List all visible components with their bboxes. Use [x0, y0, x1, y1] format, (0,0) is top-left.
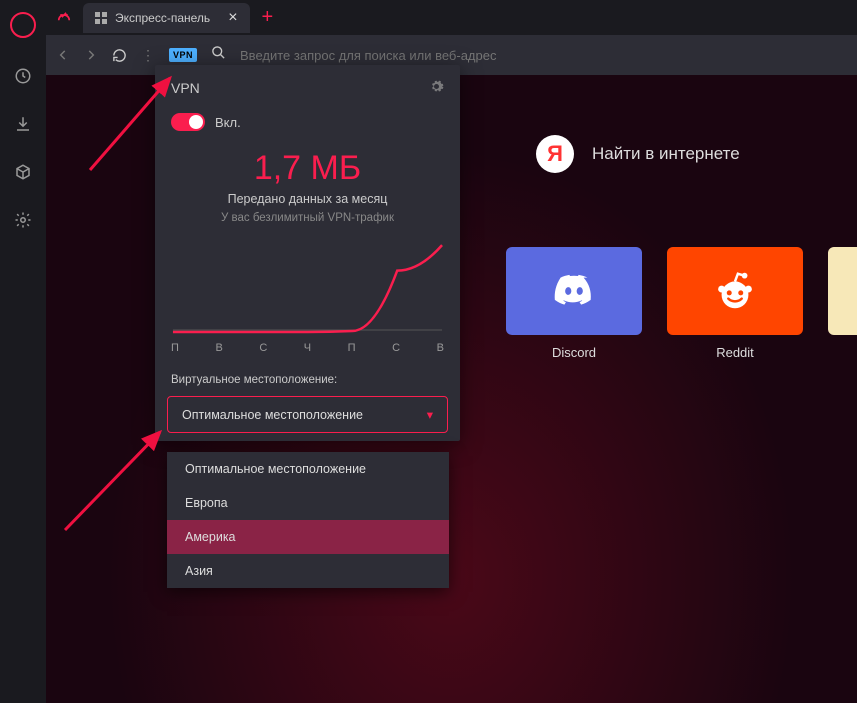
reload-button[interactable] [112, 48, 127, 63]
vpn-usage-chart [169, 236, 446, 336]
tile-reddit[interactable]: Reddit [667, 247, 803, 360]
vpn-panel-header: VPN [155, 65, 460, 107]
yandex-icon: Я [536, 135, 574, 173]
chart-tick: В [215, 342, 222, 354]
dropdown-option[interactable]: Америка [167, 520, 449, 554]
tab-title: Экспресс-панель [115, 11, 210, 25]
cube-icon[interactable] [13, 162, 33, 182]
tile-label: Discord [552, 345, 596, 360]
close-tab-icon[interactable]: × [228, 9, 237, 27]
vpn-toggle-label: Вкл. [215, 115, 241, 130]
vpn-toggle-row: Вкл. [155, 107, 460, 149]
tile-label: Reddit [716, 345, 754, 360]
downloads-icon[interactable] [13, 114, 33, 134]
address-input[interactable] [240, 48, 847, 63]
chart-tick: С [259, 342, 267, 354]
vpn-unlimited-note: У вас безлимитный VPN-трафик [155, 212, 460, 224]
vpn-badge[interactable]: VPN [169, 48, 197, 62]
tile-box [667, 247, 803, 335]
search-label: Найти в интернете [592, 144, 740, 164]
dropdown-selected: Оптимальное местоположение [182, 408, 363, 422]
discord-icon [551, 268, 597, 314]
gx-icon[interactable] [46, 9, 81, 27]
speed-dial-tiles: Discord Reddit [506, 247, 857, 360]
dropdown-option[interactable]: Оптимальное местоположение [167, 452, 449, 486]
opera-logo-icon[interactable] [10, 12, 36, 38]
tile-discord[interactable]: Discord [506, 247, 642, 360]
vpn-location-dropdown[interactable]: Оптимальное местоположение ▾ [167, 396, 448, 433]
search-icon[interactable] [211, 45, 226, 65]
vpn-location-label: Виртуальное местоположение: [155, 368, 460, 396]
left-sidebar [0, 0, 46, 703]
new-tab-button[interactable]: + [262, 6, 274, 29]
vpn-title: VPN [171, 80, 200, 96]
vpn-location-options: Оптимальное местоположениеЕвропаАмерикаА… [167, 452, 449, 588]
dropdown-option[interactable]: Азия [167, 554, 449, 588]
tile-box [506, 247, 642, 335]
tile-box [828, 247, 857, 335]
history-icon[interactable] [13, 66, 33, 86]
gear-icon[interactable] [429, 79, 444, 97]
chart-tick: П [348, 342, 356, 354]
speed-dial-icon [95, 12, 107, 24]
active-tab[interactable]: Экспресс-панель × [83, 3, 250, 33]
chart-tick: С [392, 342, 400, 354]
vpn-data-amount: 1,7 МБ [155, 149, 460, 188]
chevron-down-icon: ▾ [427, 407, 433, 422]
menu-dots-icon[interactable]: ⋮ [141, 47, 155, 64]
vpn-toggle[interactable] [171, 113, 205, 131]
reddit-icon [712, 268, 758, 314]
chart-tick: П [171, 342, 179, 354]
chart-tick: Ч [304, 342, 311, 354]
vpn-panel: VPN Вкл. 1,7 МБ Передано данных за месяц… [155, 65, 460, 441]
back-button[interactable] [56, 48, 70, 62]
settings-icon[interactable] [13, 210, 33, 230]
tile-partial[interactable] [828, 247, 857, 360]
speed-dial-search[interactable]: Я Найти в интернете [536, 135, 740, 173]
dropdown-option[interactable]: Европа [167, 486, 449, 520]
chart-tick: В [437, 342, 444, 354]
forward-button[interactable] [84, 48, 98, 62]
vpn-data-caption: Передано данных за месяц [155, 192, 460, 206]
chart-axis-labels: ПВСЧПСВ [155, 342, 460, 368]
tab-bar: Экспресс-панель × + [46, 0, 857, 35]
